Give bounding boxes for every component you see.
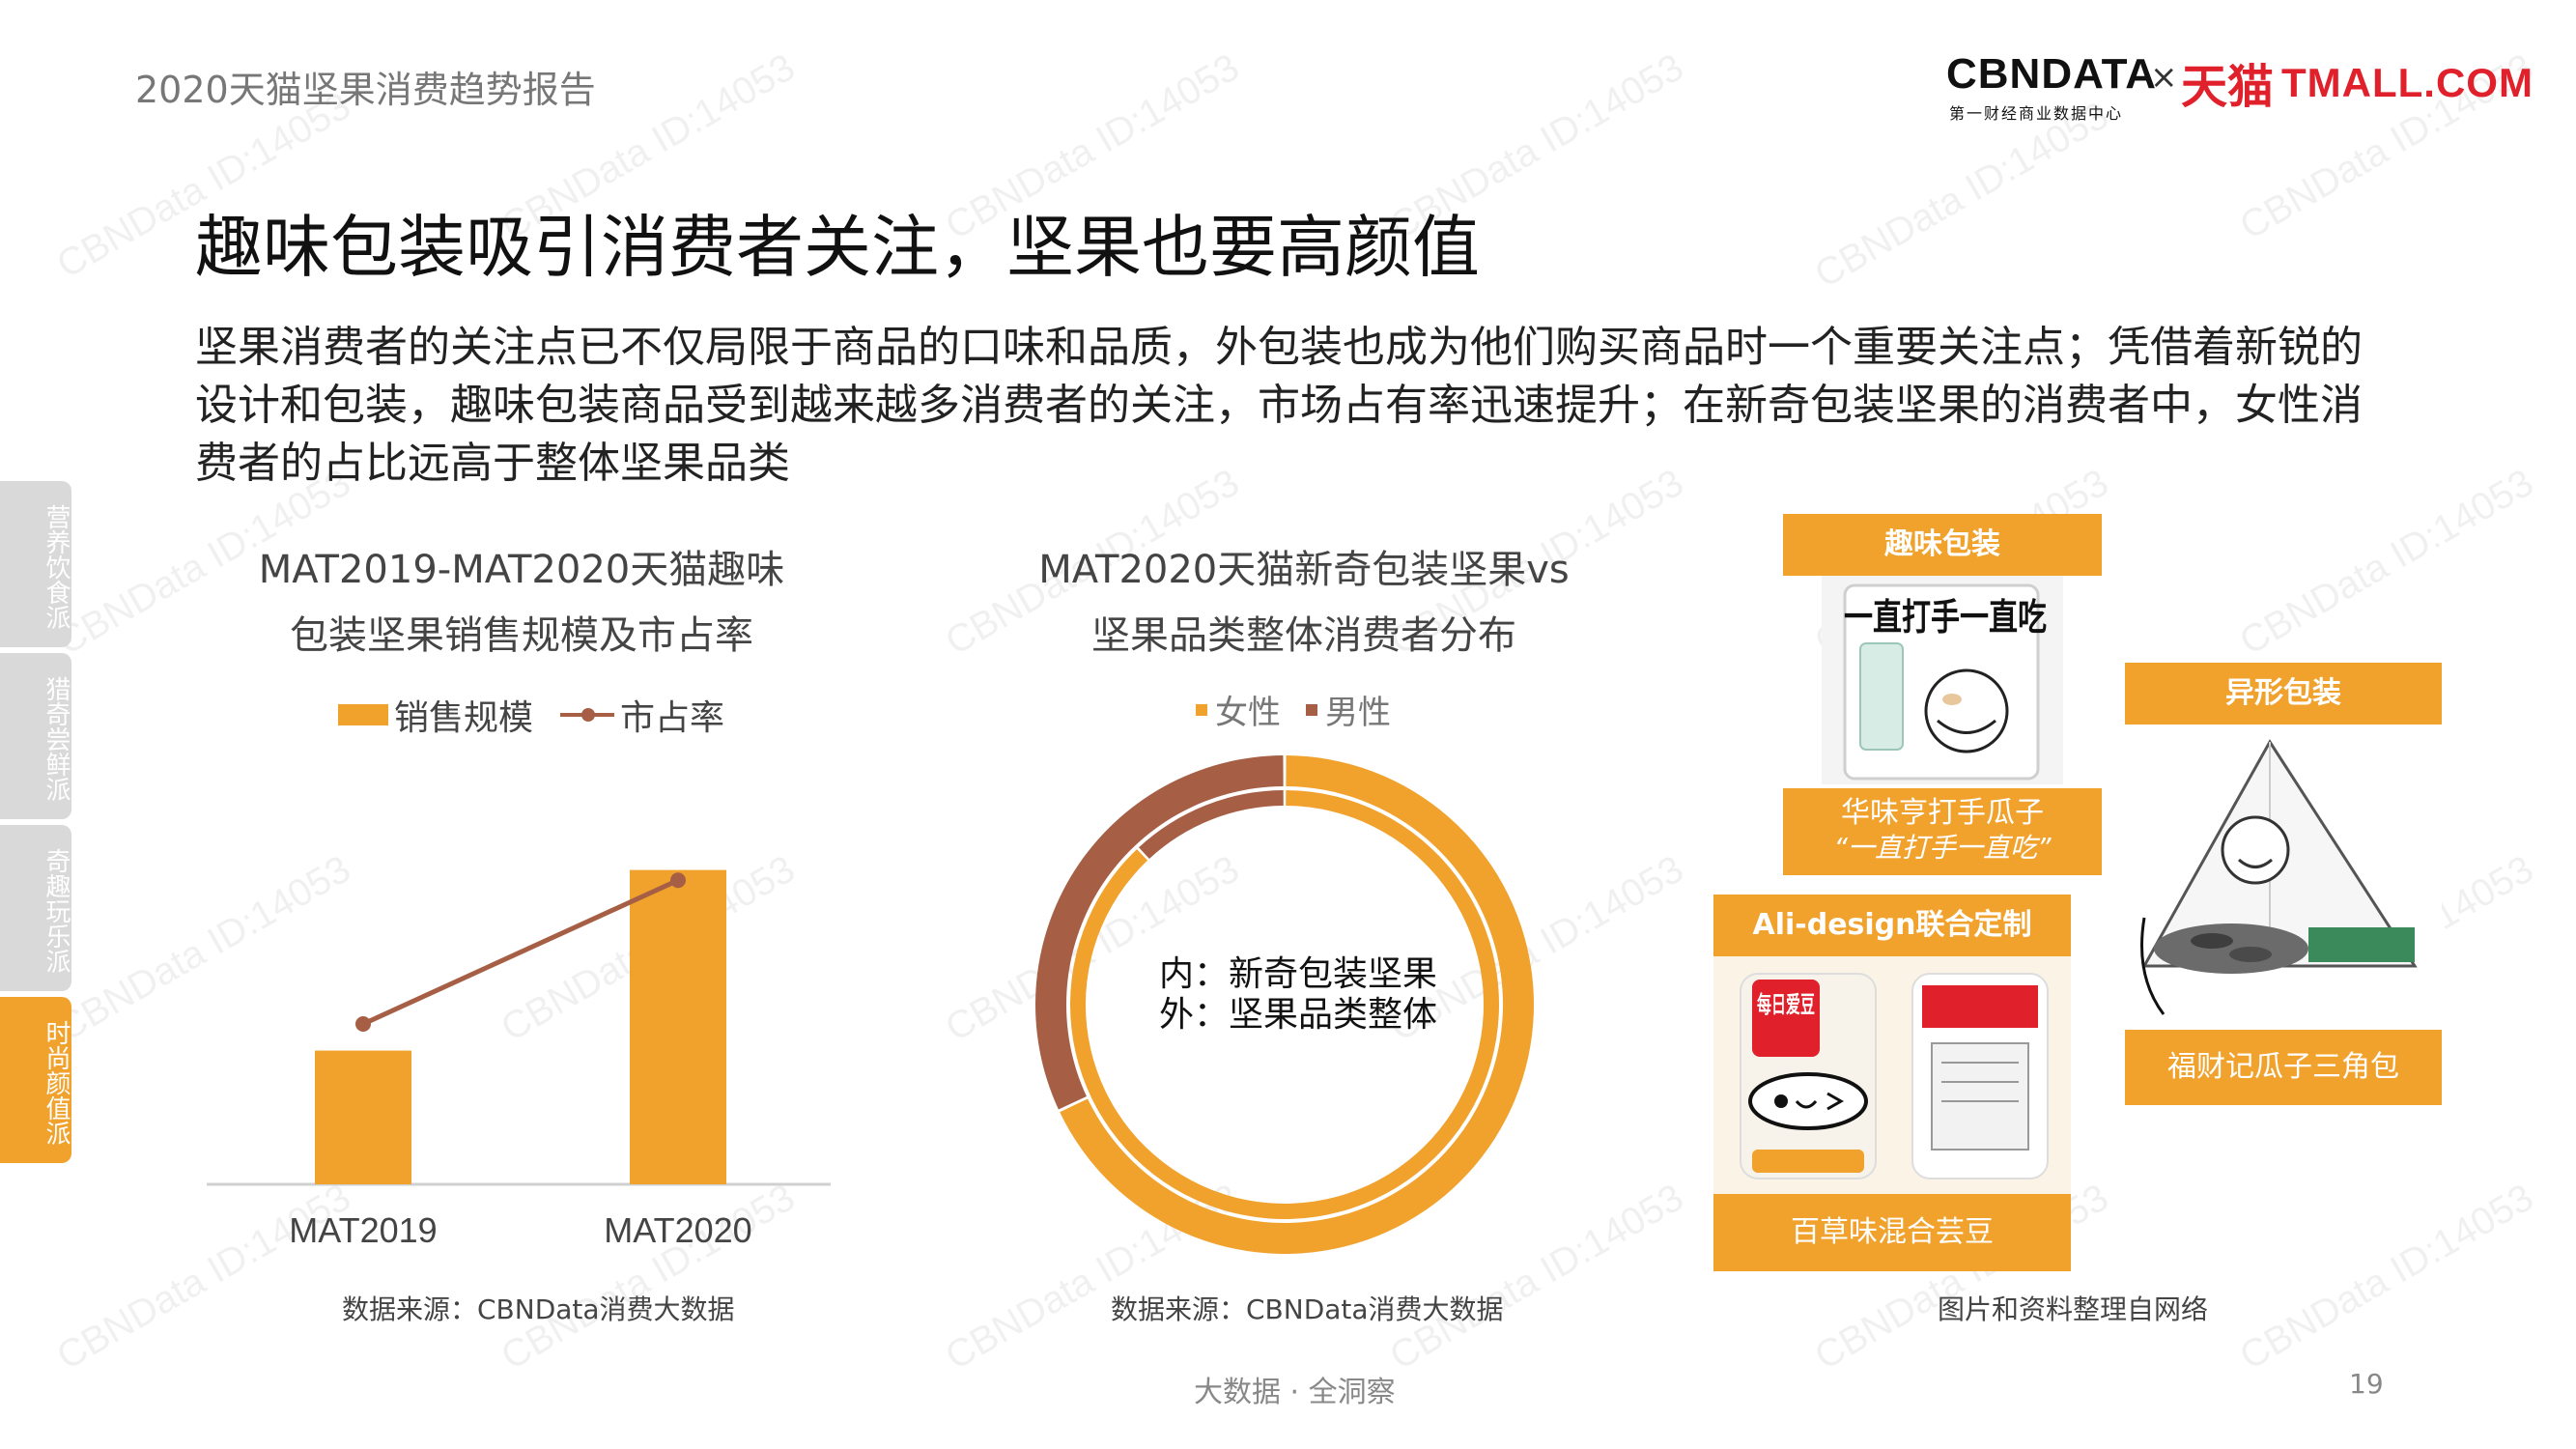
cbndata-logo: CBNDATA bbox=[1946, 50, 2157, 98]
fun-pack-header: 趣味包装 bbox=[1783, 514, 2102, 576]
watermark: CBNData ID:14053 bbox=[1807, 94, 2116, 297]
chart1-title: MAT2019-MAT2020天猫趣味 包装坚果销售规模及市占率 bbox=[212, 537, 831, 668]
chart1-title-line1: MAT2019-MAT2020天猫趣味 bbox=[258, 548, 785, 592]
chart2-title: MAT2020天猫新奇包装坚果vs 坚果品类整体消费者分布 bbox=[1005, 537, 1603, 668]
legend-line-swatch bbox=[560, 708, 615, 722]
donut-center-inner: 内：新奇包装坚果 bbox=[1159, 954, 1438, 994]
logo-separator: × bbox=[2150, 58, 2178, 97]
chart1-title-line2: 包装坚果销售规模及市占率 bbox=[290, 613, 753, 658]
tmall-logo-en: TMALL.COM bbox=[2281, 60, 2534, 105]
products-source: 图片和资料整理自网络 bbox=[1938, 1293, 2209, 1325]
fun-pack-art-text: 一直打手一直吃 bbox=[1844, 596, 2047, 639]
ali-design-image: 每日爱豆 bbox=[1713, 956, 2071, 1194]
x-tick-label: MAT2020 bbox=[604, 1210, 751, 1250]
chart1-legend: 销售规模 市占率 bbox=[338, 690, 724, 740]
legend-male-swatch bbox=[1306, 703, 1317, 716]
donut-center-outer: 外：坚果品类整体 bbox=[1159, 995, 1438, 1035]
cbndata-logo-subtitle: 第一财经商业数据中心 bbox=[1949, 104, 2124, 123]
legend-male-label: 男性 bbox=[1325, 694, 1391, 732]
bar-mat2019 bbox=[315, 1050, 411, 1184]
chart2-source: 数据来源：CBNData消费大数据 bbox=[1111, 1293, 1504, 1325]
legend-female-swatch bbox=[1196, 703, 1207, 716]
ali-pack-art-text: 每日爱豆 bbox=[1757, 991, 1815, 1018]
fun-pack-caption-slogan: “一直打手一直吃” bbox=[1833, 832, 2052, 864]
chart2-title-line2: 坚果品类整体消费者分布 bbox=[1091, 613, 1516, 658]
chart2-title-line1: MAT2020天猫新奇包装坚果vs bbox=[1038, 548, 1570, 592]
market-share-point bbox=[670, 872, 686, 889]
legend-bar-label: 销售规模 bbox=[394, 698, 534, 738]
report-title: 2020天猫坚果消费趋势报告 bbox=[135, 69, 596, 111]
donut-center-label: 内：新奇包装坚果 外：坚果品类整体 bbox=[1159, 954, 1437, 1036]
shaped-pack-caption: 福财记瓜子三角包 bbox=[2125, 1030, 2442, 1105]
page-number: 19 bbox=[2349, 1368, 2384, 1400]
shaped-pack-header: 异形包装 bbox=[2125, 663, 2442, 724]
chart1-source: 数据来源：CBNData消费大数据 bbox=[342, 1293, 735, 1325]
market-share-point bbox=[355, 1016, 371, 1032]
fun-pack-image: 一直打手一直吃 bbox=[1822, 576, 2063, 784]
fun-pack-caption: 华味亨打手瓜子 “一直打手一直吃” bbox=[1783, 788, 2102, 875]
legend-line-label: 市占率 bbox=[620, 698, 725, 738]
intro-paragraph: 坚果消费者的关注点已不仅局限于商品的口味和品质，外包装也成为他们购买商品时一个重… bbox=[195, 323, 2363, 488]
chart2-legend: 女性 男性 bbox=[1196, 686, 1391, 733]
watermark: CBNData ID:14053 bbox=[2232, 1176, 2541, 1378]
bar-mat2020 bbox=[630, 869, 726, 1184]
ali-design-caption: 百草味混合芸豆 bbox=[1713, 1194, 2071, 1271]
x-tick-label: MAT2019 bbox=[289, 1210, 437, 1250]
ali-design-header: Ali-design联合定制 bbox=[1713, 895, 2071, 956]
side-tab-fun[interactable]: 奇趣玩乐派 bbox=[0, 825, 71, 991]
legend-female-label: 女性 bbox=[1215, 694, 1281, 732]
side-tab-nutrition[interactable]: 营养饮食派 bbox=[0, 481, 71, 647]
tmall-logo-cn: 天猫 bbox=[2181, 60, 2275, 114]
shaped-pack-image bbox=[2125, 724, 2442, 1030]
footer-slogan: 大数据 · 全洞察 bbox=[1194, 1376, 1396, 1409]
page-title: 趣味包装吸引消费者关注，坚果也要高颜值 bbox=[195, 208, 1480, 287]
side-tab-novelty[interactable]: 猎奇尝鲜派 bbox=[0, 653, 71, 819]
side-tab-fashion[interactable]: 时尚颜值派 bbox=[0, 997, 71, 1163]
chart1-plot: MAT2019 MAT2020 bbox=[207, 869, 831, 1250]
legend-bar-swatch bbox=[338, 704, 388, 725]
fun-pack-caption-name: 华味亨打手瓜子 bbox=[1841, 796, 2044, 830]
